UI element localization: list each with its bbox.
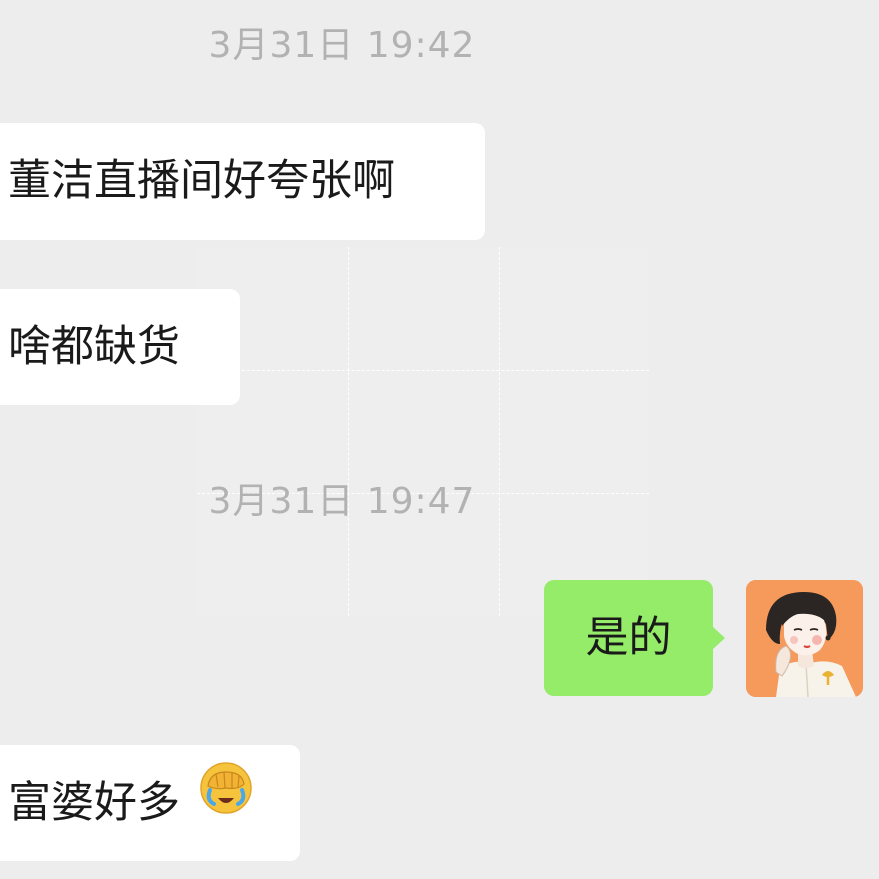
chat-timestamp: 3月31日 19:47 (208, 481, 476, 522)
woman-portrait-avatar-icon (746, 580, 863, 697)
message-text: 是的 (585, 613, 672, 663)
outgoing-message-bubble[interactable]: 是的 (544, 580, 725, 696)
message-text: 啥都缺货 (8, 322, 180, 372)
incoming-message-bubble[interactable]: 啥都缺货 (0, 289, 240, 405)
incoming-message-bubble[interactable]: 富婆好多 (0, 745, 300, 861)
chat-timestamp: 3月31日 19:42 (208, 25, 476, 66)
bubble-tail (712, 626, 725, 650)
facepalm-crying-emoji-icon (198, 744, 254, 860)
incoming-message-bubble[interactable]: 董洁直播间好夸张啊 (0, 123, 485, 240)
avatar[interactable] (746, 580, 863, 697)
message-text: 富婆好多 (8, 778, 180, 828)
message-text: 董洁直播间好夸张啊 (8, 156, 395, 206)
photo-guide-grid (197, 247, 649, 616)
